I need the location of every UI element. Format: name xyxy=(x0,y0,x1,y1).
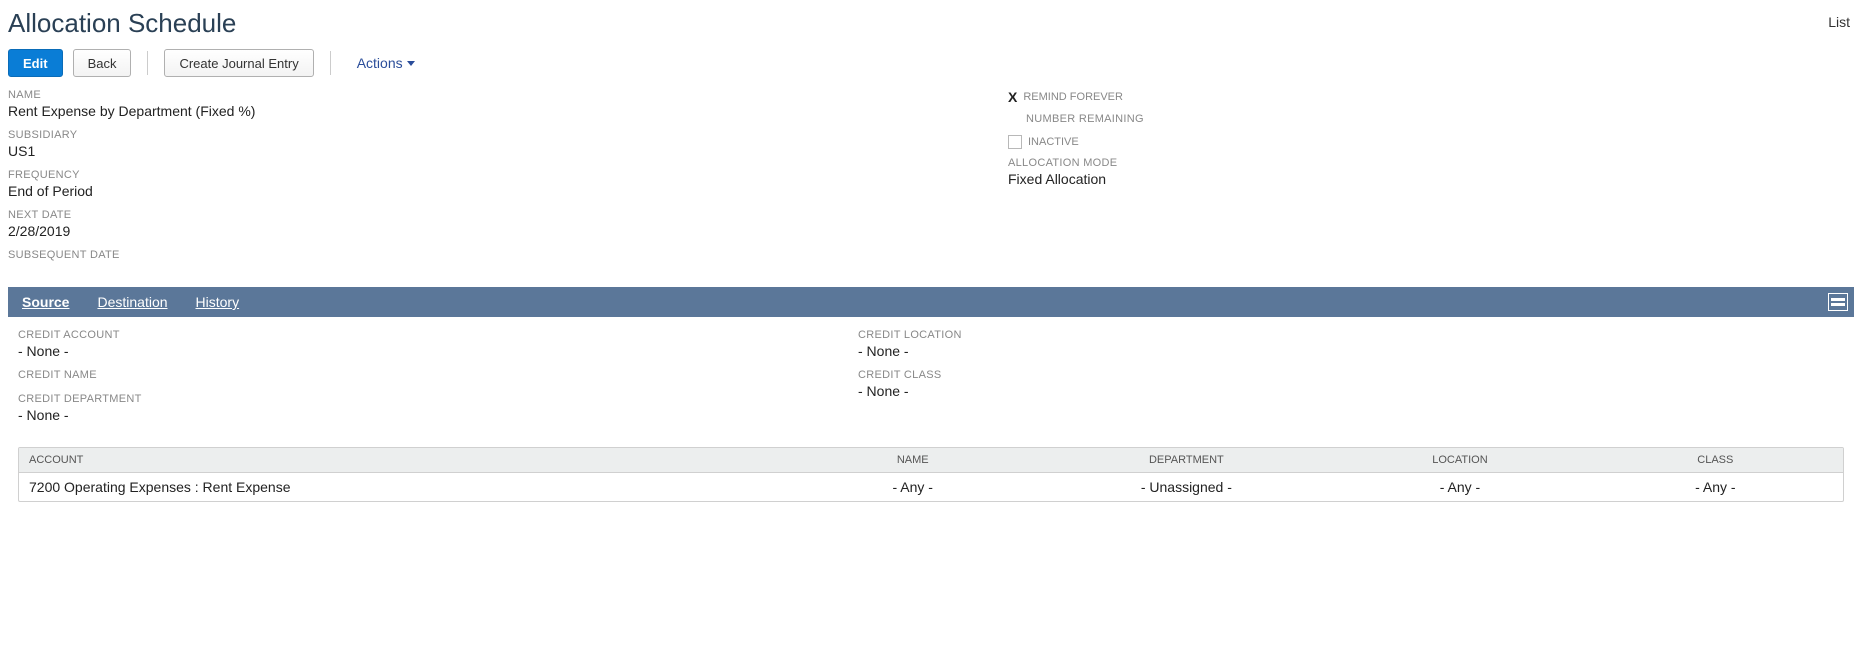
tab-bar: Source Destination History xyxy=(8,287,1854,317)
cell-class: - Any - xyxy=(1588,473,1843,502)
credit-class-value: - None - xyxy=(858,383,1658,399)
panel-layout-icon[interactable] xyxy=(1828,293,1848,311)
credit-location-label: CREDIT LOCATION xyxy=(858,329,1658,341)
cell-department: - Unassigned - xyxy=(1040,473,1332,502)
next-date-label: NEXT DATE xyxy=(8,209,968,221)
credit-location-value: - None - xyxy=(858,343,1658,359)
frequency-label: FREQUENCY xyxy=(8,169,968,181)
col-name[interactable]: NAME xyxy=(785,448,1040,473)
separator xyxy=(330,51,331,75)
subsidiary-label: SUBSIDIARY xyxy=(8,129,968,141)
remind-forever-indicator: X xyxy=(1008,89,1017,105)
subsequent-date-label: SUBSEQUENT DATE xyxy=(8,249,968,261)
col-location[interactable]: LOCATION xyxy=(1332,448,1587,473)
credit-name-label: CREDIT NAME xyxy=(18,369,818,381)
inactive-label: INACTIVE xyxy=(1028,136,1079,148)
name-label: NAME xyxy=(8,89,968,101)
page-title: Allocation Schedule xyxy=(8,8,236,39)
cell-location: - Any - xyxy=(1332,473,1587,502)
allocation-mode-value: Fixed Allocation xyxy=(1008,171,1854,187)
list-link[interactable]: List xyxy=(1828,8,1854,30)
col-department[interactable]: DEPARTMENT xyxy=(1040,448,1332,473)
actions-menu-label: Actions xyxy=(357,55,403,71)
cell-account: 7200 Operating Expenses : Rent Expense xyxy=(19,473,785,502)
credit-account-label: CREDIT ACCOUNT xyxy=(18,329,818,341)
number-remaining-label: NUMBER REMAINING xyxy=(1008,113,1854,125)
separator xyxy=(147,51,148,75)
source-grid: ACCOUNT NAME DEPARTMENT LOCATION CLASS 7… xyxy=(18,447,1844,502)
tab-history[interactable]: History xyxy=(182,287,254,317)
credit-account-value: - None - xyxy=(18,343,818,359)
next-date-value: 2/28/2019 xyxy=(8,223,968,239)
credit-class-label: CREDIT CLASS xyxy=(858,369,1658,381)
subsidiary-value: US1 xyxy=(8,143,968,159)
create-journal-button[interactable]: Create Journal Entry xyxy=(164,49,313,77)
tab-destination[interactable]: Destination xyxy=(83,287,181,317)
inactive-checkbox[interactable] xyxy=(1008,135,1022,149)
credit-department-value: - None - xyxy=(18,407,818,423)
col-account[interactable]: ACCOUNT xyxy=(19,448,785,473)
actions-menu[interactable]: Actions xyxy=(357,55,415,71)
chevron-down-icon xyxy=(407,61,415,66)
action-bar: Edit Back Create Journal Entry Actions xyxy=(8,49,1854,77)
name-value: Rent Expense by Department (Fixed %) xyxy=(8,103,968,119)
table-row[interactable]: 7200 Operating Expenses : Rent Expense -… xyxy=(19,473,1843,502)
cell-name: - Any - xyxy=(785,473,1040,502)
frequency-value: End of Period xyxy=(8,183,968,199)
back-button[interactable]: Back xyxy=(73,49,132,77)
col-class[interactable]: CLASS xyxy=(1588,448,1843,473)
tab-source[interactable]: Source xyxy=(8,287,83,317)
edit-button[interactable]: Edit xyxy=(8,49,63,77)
allocation-mode-label: ALLOCATION MODE xyxy=(1008,157,1854,169)
credit-department-label: CREDIT DEPARTMENT xyxy=(18,393,818,405)
remind-forever-label: REMIND FOREVER xyxy=(1023,91,1123,103)
